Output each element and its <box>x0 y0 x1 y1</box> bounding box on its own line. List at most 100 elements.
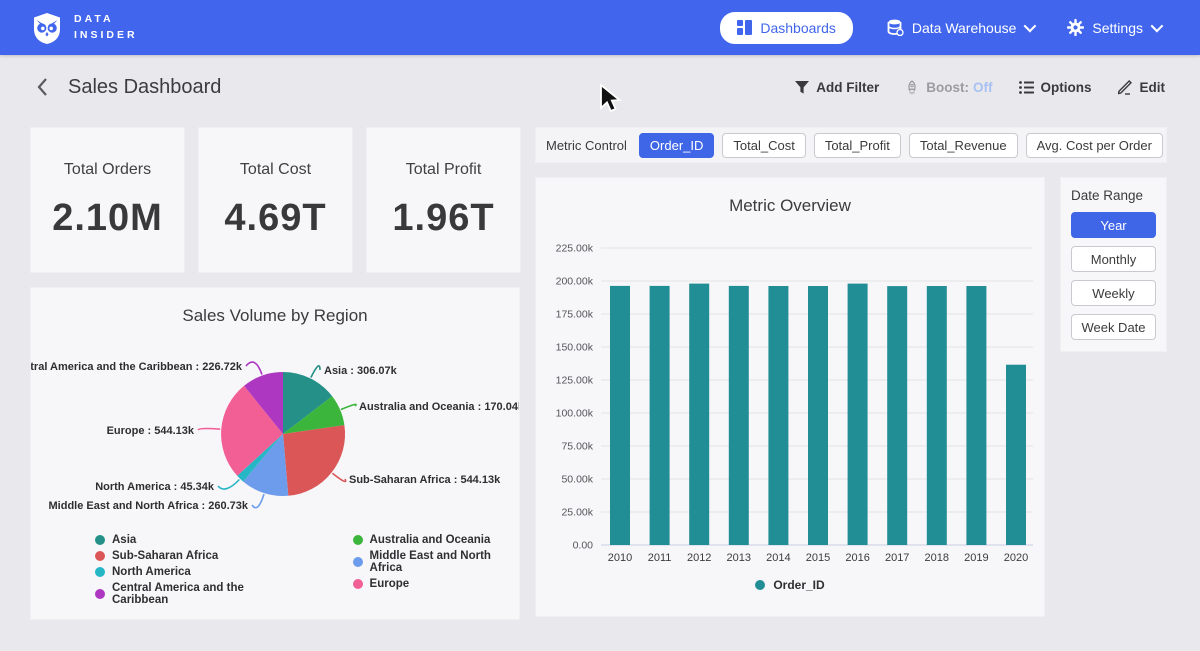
metric-button-order-id[interactable]: Order_ID <box>639 133 714 158</box>
pie-leader-line <box>311 366 320 378</box>
back-button[interactable] <box>30 75 54 99</box>
pie-chart-title: Sales Volume by Region <box>31 288 519 326</box>
y-axis-tick-label: 200.00k <box>556 276 594 288</box>
legend-label: Central America and the Caribbean <box>112 582 295 606</box>
boost-value: Off <box>973 80 993 95</box>
date-range-label: Date Range <box>1071 188 1156 203</box>
date-range-button-year[interactable]: Year <box>1071 212 1156 238</box>
date-range-button-week-date[interactable]: Week Date <box>1071 314 1156 340</box>
legend-item-europe[interactable]: Europe <box>353 578 519 590</box>
date-range-button-weekly[interactable]: Weekly <box>1071 280 1156 306</box>
boost-label: Boost: <box>926 80 969 95</box>
chevron-left-icon <box>36 77 48 97</box>
nav-item-data-warehouse[interactable]: Data Warehouse <box>887 19 1034 36</box>
pie-leader-line <box>246 362 262 375</box>
pie-slice-label: Australia and Oceania : 170.04k <box>359 401 519 413</box>
bar-2018[interactable] <box>927 286 947 545</box>
pie-slice-sub-saharan-africa[interactable] <box>283 425 345 496</box>
x-axis-tick-label: 2010 <box>608 552 632 564</box>
pie-slice-label: Europe : 544.13k <box>107 425 195 437</box>
nav-item-label: Settings <box>1092 20 1143 36</box>
x-axis-tick-label: 2020 <box>1004 552 1028 564</box>
bar-2015[interactable] <box>808 286 828 545</box>
legend-item-asia[interactable]: Asia <box>95 534 295 546</box>
pie-leader-line <box>218 480 239 490</box>
bar-2016[interactable] <box>848 284 868 545</box>
bar-2010[interactable] <box>610 286 630 545</box>
pie-slice-label: Asia : 306.07k <box>324 365 398 377</box>
bar-2017[interactable] <box>887 286 907 545</box>
page-title: Sales Dashboard <box>68 76 221 99</box>
brand-text: DATA INSIDER <box>74 12 138 44</box>
bar-2020[interactable] <box>1006 365 1026 545</box>
top-navbar: DATA INSIDER Dashboards D <box>0 0 1200 55</box>
legend-dot <box>95 567 105 577</box>
legend-column: Australia and Oceania Middle East and Nor… <box>353 534 519 606</box>
edit-button[interactable]: Edit <box>1118 80 1166 95</box>
legend-item-australia-and-oceania[interactable]: Australia and Oceania <box>353 534 519 546</box>
legend-label: Asia <box>112 534 136 546</box>
metric-button-total-cost[interactable]: Total_Cost <box>722 133 805 158</box>
x-axis-tick-label: 2012 <box>687 552 711 564</box>
x-axis-tick-label: 2013 <box>727 552 751 564</box>
chevron-down-icon <box>1151 20 1164 33</box>
bar-2012[interactable] <box>689 284 709 545</box>
legend-label: Order_ID <box>773 578 824 592</box>
sales-dashboard-page: DATA INSIDER Dashboards D <box>0 0 1200 651</box>
bar-2014[interactable] <box>768 286 788 545</box>
metric-button-avg-cost-per-order[interactable]: Avg. Cost per Order <box>1026 133 1163 158</box>
legend-item-central-america-and-the-caribbean[interactable]: Central America and the Caribbean <box>95 582 295 606</box>
legend-label: North America <box>112 566 191 578</box>
legend-label: Middle East and North Africa <box>370 550 519 574</box>
bar-2019[interactable] <box>966 286 986 545</box>
bar-chart-title: Metric Overview <box>536 178 1044 216</box>
y-axis-tick-label: 100.00k <box>556 408 594 420</box>
metric-control-label: Metric Control <box>546 138 627 153</box>
legend-item-sub-saharan-africa[interactable]: Sub-Saharan Africa <box>95 550 295 562</box>
y-axis-tick-label: 0.00 <box>573 540 594 552</box>
y-axis-tick-label: 50.00k <box>561 474 593 486</box>
pie-slice-label: Middle East and North Africa : 260.73k <box>49 500 249 512</box>
boost-toggle[interactable]: Boost: Off <box>905 80 992 95</box>
nav-item-dashboards[interactable]: Dashboards <box>720 12 853 44</box>
kpi-label: Total Orders <box>64 161 151 179</box>
add-filter-button[interactable]: Add Filter <box>795 80 879 95</box>
y-axis-tick-label: 175.00k <box>556 309 594 321</box>
nav-item-settings[interactable]: Settings <box>1067 19 1160 36</box>
kpi-label: Total Cost <box>240 161 311 179</box>
options-button[interactable]: Options <box>1019 80 1092 95</box>
date-range-button-monthly[interactable]: Monthly <box>1071 246 1156 272</box>
legend-label: Australia and Oceania <box>370 534 491 546</box>
pie-slice-label: North America : 45.34k <box>95 481 215 493</box>
kpi-card-total-profit: Total Profit1.96T <box>366 127 521 273</box>
bar-2011[interactable] <box>650 286 670 545</box>
metric-button-total-profit[interactable]: Total_Profit <box>814 133 901 158</box>
x-axis-tick-label: 2011 <box>648 552 672 564</box>
bar-legend: Order_ID <box>536 578 1044 592</box>
y-axis-tick-label: 75.00k <box>561 441 593 453</box>
metric-button-total-revenue[interactable]: Total_Revenue <box>909 133 1018 158</box>
legend-dot <box>353 557 363 567</box>
chevron-down-icon <box>1024 20 1037 33</box>
legend-item-middle-east-and-north-africa[interactable]: Middle East and North Africa <box>353 550 519 574</box>
kpi-label: Total Profit <box>406 161 482 179</box>
legend-dot <box>353 535 363 545</box>
edit-pencil-icon <box>1118 80 1133 95</box>
x-axis-tick-label: 2017 <box>885 552 909 564</box>
pie-legend: Asia Sub-Saharan Africa North America Centr… <box>95 534 519 606</box>
legend-label: Sub-Saharan Africa <box>112 550 218 562</box>
pie-leader-line <box>198 429 220 430</box>
owl-logo-icon <box>30 11 64 45</box>
pie-leader-line <box>252 494 264 508</box>
nav-item-label: Dashboards <box>760 20 836 36</box>
bar-2013[interactable] <box>729 286 749 545</box>
brand-logo[interactable]: DATA INSIDER <box>30 11 138 45</box>
rocket-icon <box>905 80 919 95</box>
metric-overview-bar-chart: 0.0025.00k50.00k75.00k100.00k125.00k150.… <box>536 226 1044 571</box>
navbar-menu: Dashboards Data Warehouse <box>720 12 1160 44</box>
legend-item-north-america[interactable]: North America <box>95 566 295 578</box>
metric-overview-card: Metric Overview 0.0025.00k50.00k75.00k10… <box>535 177 1045 617</box>
dashboards-grid-icon <box>737 20 752 35</box>
dashboard-header: Sales Dashboard Add Filter Boost: Off <box>0 55 1200 119</box>
legend-dot <box>353 579 363 589</box>
